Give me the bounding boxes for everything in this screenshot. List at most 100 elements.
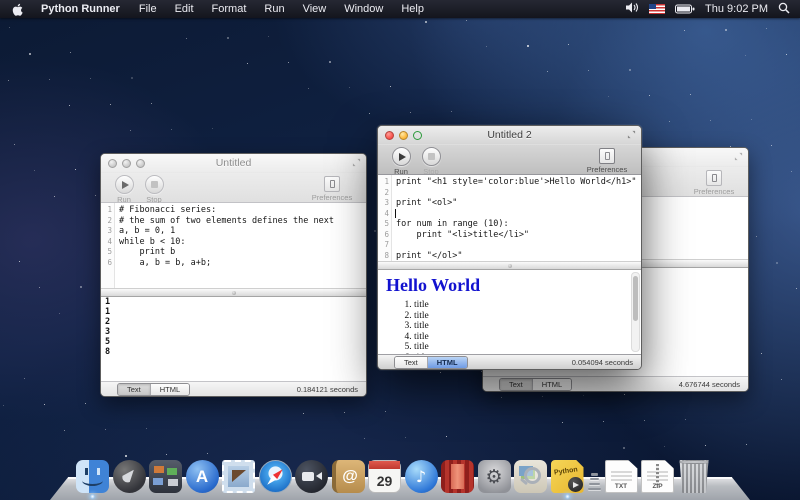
dock-trash-icon[interactable] <box>678 460 711 493</box>
menu-item[interactable]: Run <box>255 3 293 15</box>
dock-calendar-icon[interactable]: 29 <box>368 460 401 493</box>
volume-icon[interactable] <box>626 2 639 16</box>
scrollbar-thumb[interactable] <box>633 276 638 321</box>
dock: A @ 29 ♪ ⚙ <box>50 440 750 500</box>
line-number: 3 <box>378 198 389 209</box>
line-number: 6 <box>378 230 389 241</box>
text-tab[interactable]: Text <box>395 357 428 368</box>
battery-icon[interactable] <box>675 4 695 14</box>
code-line: while b < 10: <box>119 237 366 248</box>
code-line <box>396 209 641 220</box>
dock-app-store-icon[interactable]: A <box>186 460 219 493</box>
dock-itunes-icon[interactable]: ♪ <box>405 460 438 493</box>
code-line: for num in range (10): <box>396 219 641 230</box>
dock-mail-icon[interactable] <box>222 460 255 493</box>
code-line: print "<ol>" <box>396 198 641 209</box>
dock-preview-icon[interactable] <box>514 460 547 493</box>
window-title: Untitled 2 <box>378 129 641 141</box>
code-line: a, b = b, a+b; <box>119 258 366 269</box>
line-number-gutter: 12345678 <box>378 175 392 261</box>
apple-menu-icon[interactable] <box>12 3 23 16</box>
stop-button[interactable]: Stop <box>139 175 169 204</box>
dock-txt-document-icon[interactable]: TXT <box>605 460 638 493</box>
list-item: title <box>414 311 641 322</box>
elapsed-time: 0.054094 seconds <box>572 358 633 367</box>
menu-item[interactable]: File <box>130 3 166 15</box>
bottom-bar: Text HTML 0.184121 seconds <box>101 381 366 396</box>
title-bar[interactable]: Untitled 2 <box>378 126 641 145</box>
code-text[interactable]: # Fibonacci series:# the sum of two elem… <box>115 203 366 288</box>
elapsed-time: 4.676744 seconds <box>679 380 740 389</box>
preferences-icon <box>706 170 722 186</box>
dock-finder-icon[interactable] <box>76 460 109 493</box>
stop-button[interactable]: Stop <box>416 147 446 176</box>
dock-address-book-icon[interactable]: @ <box>332 460 365 493</box>
line-number: 1 <box>378 177 389 188</box>
splitter[interactable] <box>101 288 366 297</box>
window-title: Untitled <box>101 157 366 169</box>
magnifier-icon <box>524 467 541 484</box>
menu-item[interactable]: Edit <box>166 3 203 15</box>
run-button[interactable]: Run <box>109 175 139 204</box>
dock-safari-icon[interactable] <box>259 460 292 493</box>
preferences-button[interactable]: Preferences <box>688 169 740 196</box>
run-button[interactable]: Run <box>386 147 416 176</box>
preferences-button[interactable]: Preferences <box>581 147 633 174</box>
code-line: print b <box>119 247 366 258</box>
gear-glyph: ⚙ <box>478 460 511 493</box>
fullscreen-icon[interactable] <box>352 158 361 167</box>
line-number: 5 <box>101 247 112 258</box>
music-note-glyph: ♪ <box>405 460 438 493</box>
dock-facetime-icon[interactable] <box>295 460 328 493</box>
fullscreen-icon[interactable] <box>734 152 743 161</box>
scrollbar-track[interactable] <box>631 272 640 352</box>
dock-system-preferences-icon[interactable]: ⚙ <box>478 460 511 493</box>
input-language-flag-icon[interactable] <box>649 4 665 14</box>
code-editor[interactable]: 123456 # Fibonacci series:# the sum of t… <box>101 203 366 288</box>
txt-label: TXT <box>605 483 638 490</box>
output-line: 8 <box>101 347 366 357</box>
menu-item[interactable]: Window <box>335 3 392 15</box>
menu-item[interactable]: View <box>294 3 336 15</box>
line-number: 5 <box>378 219 389 230</box>
code-editor[interactable]: 12345678 print "<h1 style='color:blue'>H… <box>378 175 641 261</box>
preferences-icon <box>599 148 615 164</box>
code-line: print "<h1 style='color:blue'>Hello Worl… <box>396 177 641 188</box>
play-icon <box>399 153 406 161</box>
html-tab[interactable]: HTML <box>428 357 467 368</box>
runner-window-untitled: Untitled Run Stop Preferences 123456 # F… <box>100 153 367 397</box>
html-tab[interactable]: HTML <box>151 384 189 395</box>
code-text[interactable]: print "<h1 style='color:blue'>Hello Worl… <box>392 175 641 261</box>
code-line: print "</ol>" <box>396 251 641 262</box>
menu-item[interactable]: Format <box>203 3 256 15</box>
splitter[interactable] <box>378 261 641 270</box>
preferences-label: Preferences <box>587 165 627 174</box>
html-output-area[interactable]: Hello World titletitletitletitletitletit… <box>378 270 641 354</box>
line-number: 2 <box>378 188 389 199</box>
menu-item[interactable]: Help <box>392 3 433 15</box>
html-tab[interactable]: HTML <box>533 379 571 390</box>
dock-launchpad-icon[interactable] <box>113 460 146 493</box>
dock-python-runner-icon[interactable]: Python <box>551 460 584 493</box>
menu-bar: Python Runner FileEditFormatRunViewWindo… <box>0 0 800 18</box>
output-area[interactable]: 112358 <box>101 297 366 381</box>
title-bar[interactable]: Untitled <box>101 154 366 173</box>
zipper-icon <box>656 464 659 485</box>
spotlight-icon[interactable] <box>778 2 790 17</box>
text-tab[interactable]: Text <box>500 379 533 390</box>
fullscreen-icon[interactable] <box>627 130 636 139</box>
dock-photo-booth-icon[interactable] <box>441 460 474 493</box>
line-number-gutter: 123456 <box>101 203 115 288</box>
preferences-button[interactable]: Preferences <box>306 175 358 202</box>
rendered-heading: Hello World <box>386 275 641 296</box>
menu-clock[interactable]: Thu 9:02 PM <box>705 3 768 15</box>
code-line: # Fibonacci series: <box>119 205 366 216</box>
dock-zip-document-icon[interactable]: ZIP <box>641 460 674 493</box>
text-tab[interactable]: Text <box>118 384 151 395</box>
output-line: 5 <box>101 337 366 347</box>
dock-mission-control-icon[interactable] <box>149 460 182 493</box>
app-menu-title[interactable]: Python Runner <box>31 3 130 15</box>
line-number: 3 <box>101 226 112 237</box>
at-glyph: @ <box>332 460 365 493</box>
line-number: 2 <box>101 216 112 227</box>
